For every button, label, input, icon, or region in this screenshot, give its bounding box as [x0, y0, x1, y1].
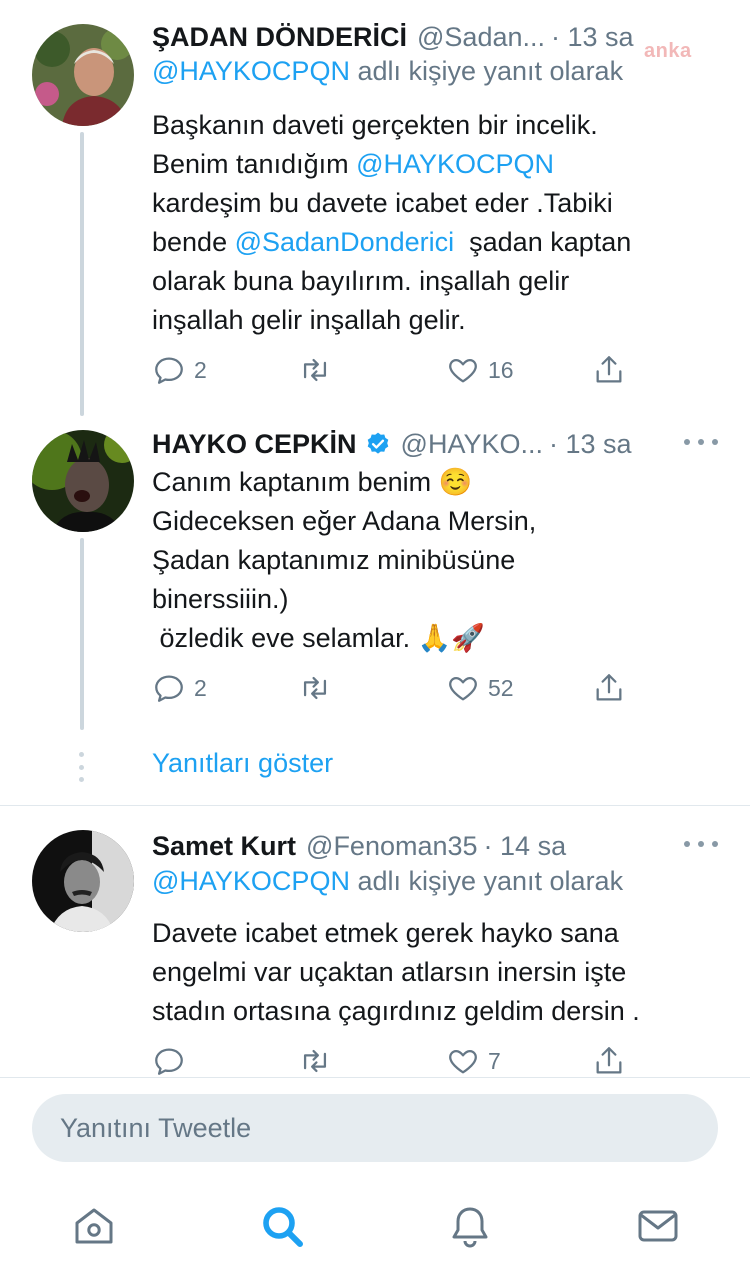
tweet-3[interactable]: Samet Kurt @Fenoman35 · 14 sa @HAYKOCPQN… [0, 806, 750, 1076]
timestamp[interactable]: · 13 sa [551, 22, 634, 53]
author-name[interactable]: HAYKO CEPKİN [152, 429, 357, 460]
more-options-icon[interactable] [684, 438, 718, 446]
tweet-actions: 2 16 [152, 350, 642, 390]
home-icon[interactable] [70, 1202, 118, 1250]
mention-link[interactable]: @HAYKOCPQN [356, 149, 554, 179]
author-handle[interactable]: @Sadan... [417, 22, 545, 53]
replying-to: @HAYKOCPQN adlı kişiye yanıt olarak [152, 866, 623, 897]
reply-icon [155, 357, 183, 384]
timestamp[interactable]: · 14 sa [484, 831, 567, 862]
tweet-2[interactable]: HAYKO CEPKİN @HAYKO... · 13 sa Canım kap… [0, 420, 750, 730]
share-button[interactable] [592, 350, 626, 390]
like-count: 16 [488, 356, 514, 383]
reply-button[interactable]: 2 [152, 350, 207, 390]
author-name[interactable]: ŞADAN DÖNDERİCİ [152, 22, 407, 53]
share-icon [596, 674, 622, 701]
search-icon[interactable] [258, 1202, 306, 1250]
reply-button[interactable]: 2 [152, 668, 207, 708]
retweet-button[interactable] [298, 668, 332, 708]
author-handle[interactable]: @HAYKO... [401, 429, 543, 460]
retweet-button[interactable] [298, 350, 332, 390]
like-button[interactable]: 16 [446, 350, 514, 390]
like-count: 52 [488, 674, 514, 701]
notifications-icon[interactable] [446, 1202, 494, 1250]
tweet-1[interactable]: ŞADAN DÖNDERİCİ @Sadan... · 13 sa @HAYKO… [0, 0, 750, 416]
more-options-icon[interactable] [684, 840, 718, 848]
tweet-actions: 2 52 [152, 668, 642, 708]
replying-suffix: adlı kişiye yanıt olarak [349, 866, 624, 896]
heart-icon [449, 358, 477, 383]
reply-composer[interactable] [32, 1094, 718, 1162]
like-button[interactable]: 52 [446, 668, 514, 708]
like-button[interactable]: 7 [446, 1041, 501, 1081]
tweet-actions: 7 [152, 1041, 642, 1081]
thread-dots [79, 752, 85, 782]
show-replies-link[interactable]: Yanıtları göster [152, 748, 333, 779]
retweet-button[interactable] [298, 1041, 332, 1081]
avatar[interactable] [32, 830, 134, 932]
thread-line [80, 538, 84, 730]
author-handle[interactable]: @Fenoman35 [306, 831, 478, 862]
reply-icon [155, 675, 183, 702]
replying-mention[interactable]: @HAYKOCPQN [152, 866, 350, 896]
mention-link[interactable]: @SadanDonderici [235, 227, 455, 257]
replying-suffix: adlı kişiye yanıt olarak [349, 56, 624, 86]
retweet-icon [303, 676, 327, 700]
reply-icon [155, 1048, 183, 1075]
tweet-text: Başkanın daveti gerçekten bir incelik. B… [152, 106, 712, 340]
messages-icon[interactable] [634, 1202, 682, 1250]
share-button[interactable] [592, 668, 626, 708]
avatar[interactable] [32, 430, 134, 532]
retweet-icon [303, 358, 327, 382]
reply-count: 2 [194, 674, 207, 701]
share-icon [596, 1047, 622, 1074]
heart-icon [449, 676, 477, 701]
share-icon [596, 356, 622, 383]
author-name[interactable]: Samet Kurt [152, 831, 296, 862]
reply-button[interactable] [152, 1041, 194, 1081]
bottom-tab-bar [0, 1180, 750, 1276]
replying-mention[interactable]: @HAYKOCPQN [152, 56, 350, 86]
replying-to: @HAYKOCPQN adlı kişiye yanıt olarak [152, 56, 623, 87]
tweet-text: Canım kaptanım benim ☺️ Gideceksen eğer … [152, 467, 537, 653]
like-count: 7 [488, 1047, 501, 1074]
divider [0, 1077, 750, 1078]
timestamp[interactable]: · 13 sa [549, 429, 632, 460]
reply-input[interactable] [58, 1111, 662, 1145]
reply-count: 2 [194, 356, 207, 383]
retweet-icon [303, 1049, 327, 1073]
verified-badge-icon [367, 432, 388, 454]
avatar[interactable] [32, 24, 134, 126]
share-button[interactable] [592, 1041, 626, 1081]
heart-icon [449, 1049, 477, 1074]
thread-line [80, 132, 84, 416]
tweet-text: Davete icabet etmek gerek hayko sana eng… [152, 918, 640, 1026]
